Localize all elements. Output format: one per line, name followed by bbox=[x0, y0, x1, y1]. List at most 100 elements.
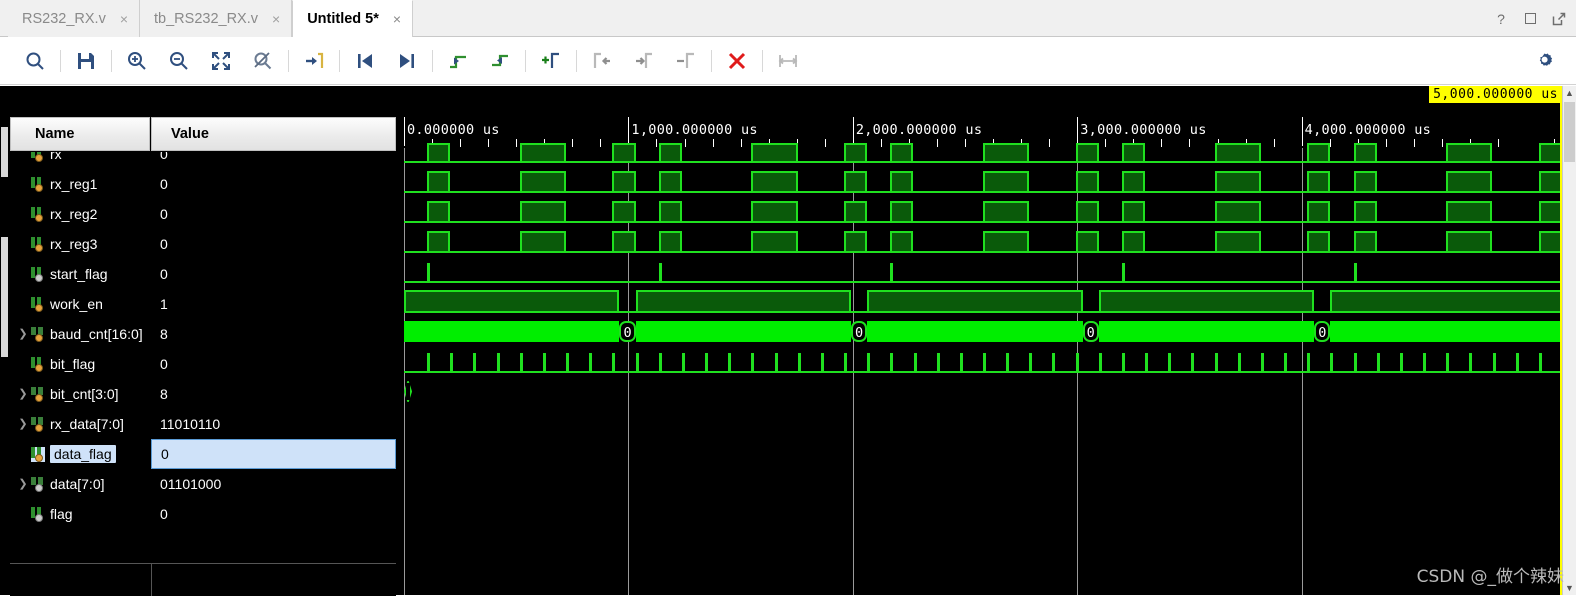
help-icon[interactable]: ? bbox=[1494, 12, 1508, 26]
wave-pulse bbox=[751, 201, 798, 223]
expand-chevron-icon[interactable]: ❯ bbox=[15, 328, 31, 340]
waveform-canvas[interactable]: 5,000.000000 us 0.000000 us 1,000.000000 … bbox=[404, 86, 1562, 595]
previous-marker-icon[interactable] bbox=[442, 45, 474, 77]
wave-pulse bbox=[519, 143, 567, 163]
scroll-down-icon[interactable]: ▼ bbox=[1563, 581, 1576, 595]
signal-value-cell[interactable]: 0 bbox=[151, 199, 396, 229]
wave-pulse bbox=[1538, 231, 1562, 253]
bus-value-text: 0 bbox=[855, 325, 864, 341]
wave-spike bbox=[728, 353, 732, 372]
tab-close-icon[interactable]: × bbox=[120, 12, 128, 26]
zoom-out-icon[interactable] bbox=[163, 45, 195, 77]
signal-value-cell[interactable]: 1 bbox=[151, 289, 396, 319]
float-window-icon[interactable] bbox=[1552, 12, 1566, 26]
bus-value-bubble: 0 bbox=[619, 321, 636, 342]
signal-row-bit_cnt30[interactable]: ❯ bit_cnt[3:0] bbox=[10, 379, 150, 409]
measure-icon[interactable] bbox=[772, 45, 804, 77]
signal-value-cell[interactable]: 0 bbox=[151, 229, 396, 259]
wave-pulse bbox=[519, 171, 567, 193]
wave-spike bbox=[1006, 353, 1010, 372]
wave-pulse bbox=[612, 143, 636, 163]
prev-edge-icon[interactable] bbox=[586, 45, 618, 77]
signal-row-rx_reg2[interactable]: rx_reg2 bbox=[10, 199, 150, 229]
scroll-up-icon[interactable]: ▲ bbox=[1563, 86, 1576, 100]
signal-name-label: data[7:0] bbox=[50, 476, 105, 492]
signal-row-data_flag[interactable]: data_flag bbox=[10, 439, 150, 469]
wave-pulse bbox=[612, 201, 636, 223]
search-icon[interactable] bbox=[19, 45, 51, 77]
wave-spike bbox=[1284, 353, 1288, 372]
signal-row-rx_reg3[interactable]: rx_reg3 bbox=[10, 229, 150, 259]
wave-spike bbox=[1469, 353, 1473, 372]
add-marker-icon[interactable] bbox=[535, 45, 567, 77]
scroll-thumb[interactable] bbox=[1564, 102, 1575, 162]
wave-spike bbox=[913, 353, 917, 372]
signal-name-label: rx_reg1 bbox=[50, 176, 98, 192]
save-icon[interactable] bbox=[70, 45, 102, 77]
wave-pulse bbox=[844, 201, 868, 223]
delete-icon[interactable] bbox=[721, 45, 753, 77]
signal-value-cell[interactable]: 8 bbox=[151, 379, 396, 409]
wave-spike bbox=[890, 263, 894, 282]
signal-name-label: start_flag bbox=[50, 266, 108, 282]
signal-value-cell[interactable]: 0 bbox=[151, 259, 396, 289]
wave-pulse bbox=[1353, 231, 1377, 253]
expand-chevron-icon[interactable]: ❯ bbox=[15, 478, 31, 490]
signal-value-cell[interactable]: 0 bbox=[151, 349, 396, 379]
signal-value-cell[interactable]: 0 bbox=[151, 169, 396, 199]
wave-spike bbox=[496, 353, 500, 372]
next-edge-icon[interactable] bbox=[628, 45, 660, 77]
zoom-cancel-icon[interactable] bbox=[247, 45, 279, 77]
previous-transition-icon[interactable] bbox=[349, 45, 381, 77]
goto-time-icon[interactable] bbox=[298, 45, 330, 77]
signal-row-start_flag[interactable]: start_flag bbox=[10, 259, 150, 289]
signal-value-cell[interactable]: 0 bbox=[151, 499, 396, 529]
tab-2[interactable]: Untitled 5* × bbox=[292, 0, 414, 37]
low-level-line bbox=[404, 281, 1562, 283]
signal-row-data70[interactable]: ❯ data[7:0] bbox=[10, 469, 150, 499]
signal-row-bit_flag[interactable]: bit_flag bbox=[10, 349, 150, 379]
bit-signal-icon bbox=[31, 206, 45, 222]
next-marker-icon[interactable] bbox=[484, 45, 516, 77]
wave-pulse bbox=[1330, 290, 1562, 313]
signal-name-label: rx_reg2 bbox=[50, 206, 98, 222]
signal-row-work_en[interactable]: work_en bbox=[10, 289, 150, 319]
tab-close-icon[interactable]: × bbox=[272, 12, 280, 26]
tab-0[interactable]: RS232_RX.v × bbox=[8, 0, 141, 37]
signal-row-flag[interactable]: flag bbox=[10, 499, 150, 529]
signal-row-rx_data70[interactable]: ❯ rx_data[7:0] bbox=[10, 409, 150, 439]
signal-row-rx[interactable]: rx bbox=[10, 152, 150, 169]
signal-row-rx_reg1[interactable]: rx_reg1 bbox=[10, 169, 150, 199]
wave-vertical-scrollbar[interactable]: ▲ ▼ bbox=[1562, 86, 1576, 595]
wave-spike bbox=[959, 353, 963, 372]
column-header-value[interactable]: Value bbox=[151, 117, 396, 151]
signal-list-scrollbar[interactable] bbox=[0, 117, 9, 595]
maximize-icon[interactable] bbox=[1523, 12, 1537, 26]
signal-row-baud_cnt160[interactable]: ❯ baud_cnt[16:0] bbox=[10, 319, 150, 349]
tab-close-icon[interactable]: × bbox=[393, 12, 401, 26]
zoom-fit-icon[interactable] bbox=[205, 45, 237, 77]
bus-value-text: 0 bbox=[623, 325, 632, 341]
signal-value-cell[interactable]: 0 bbox=[151, 439, 396, 469]
tab-1[interactable]: tb_RS232_RX.v × bbox=[140, 0, 293, 37]
signal-value-cell[interactable]: 01101000 bbox=[151, 469, 396, 499]
wave-pulse bbox=[427, 143, 451, 163]
expand-chevron-icon[interactable]: ❯ bbox=[15, 388, 31, 400]
signal-value-cell[interactable]: 0 bbox=[151, 152, 396, 169]
gear-icon[interactable] bbox=[1534, 50, 1556, 72]
expand-chevron-icon[interactable]: ❯ bbox=[15, 418, 31, 430]
signal-name-label: flag bbox=[50, 506, 73, 522]
pane-splitter[interactable] bbox=[398, 86, 402, 595]
wave-pulse bbox=[519, 231, 567, 253]
column-header-name[interactable]: Name bbox=[10, 117, 150, 151]
signal-value-cell[interactable]: 8 bbox=[151, 319, 396, 349]
remove-marker-icon[interactable] bbox=[670, 45, 702, 77]
wave-pulse bbox=[1214, 171, 1261, 193]
wave-pulse bbox=[890, 231, 914, 253]
zoom-in-icon[interactable] bbox=[121, 45, 153, 77]
signal-value-cell[interactable]: 11010110 bbox=[151, 409, 396, 439]
signal-value-label: 0 bbox=[160, 176, 168, 192]
next-transition-icon[interactable] bbox=[391, 45, 423, 77]
signal-value-label: 1 bbox=[160, 296, 168, 312]
wave-pulse bbox=[1214, 201, 1261, 223]
